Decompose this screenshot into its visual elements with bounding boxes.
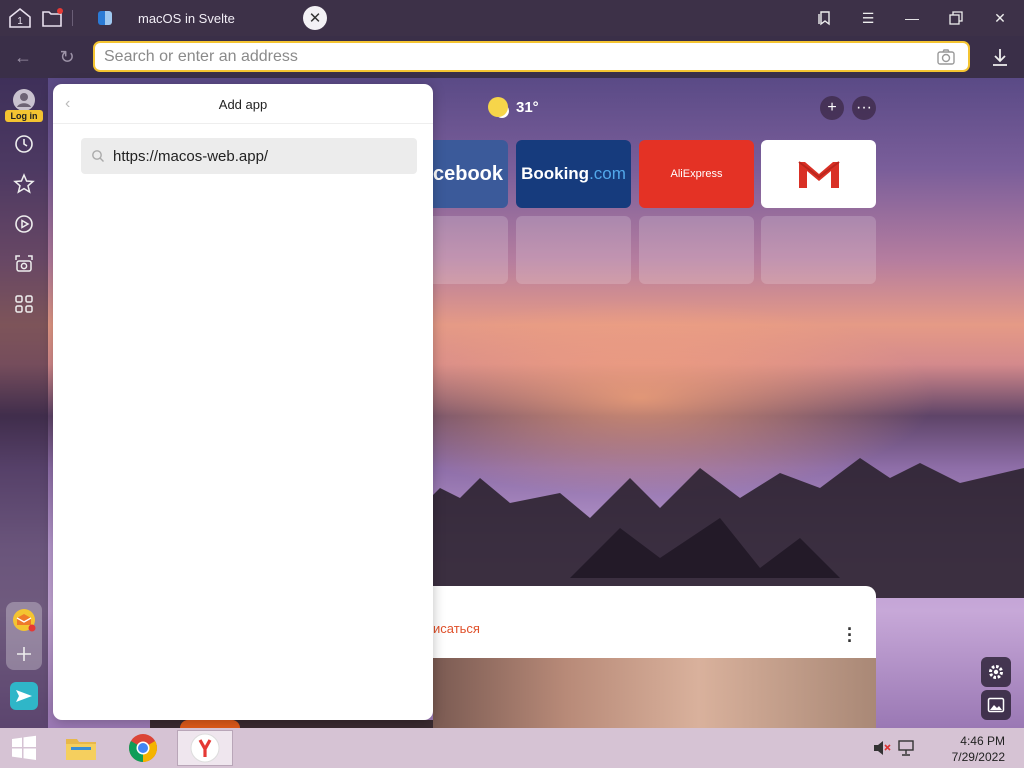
finder-favicon-icon <box>98 11 112 25</box>
user-icon[interactable] <box>12 88 36 112</box>
feed-card-left-strip <box>150 720 433 728</box>
tab-title: macOS in Svelte <box>138 10 235 26</box>
tab-count: 1 <box>17 16 23 27</box>
app-url-field[interactable] <box>81 138 417 174</box>
address-toolbar: ← ↻ <box>0 36 1024 78</box>
yandex-browser-button[interactable] <box>177 730 233 766</box>
minimize-icon: — <box>905 10 919 26</box>
new-tab-group-button[interactable] <box>38 5 66 31</box>
file-explorer-icon <box>66 739 96 760</box>
booking-label: Booking.com <box>521 164 626 183</box>
app-url-input[interactable] <box>113 147 403 165</box>
browser-titlebar: 1 macOS in Svelte ✕ ☰ — ✕ <box>0 0 1024 36</box>
gmail-logo-icon <box>797 161 840 188</box>
system-clock[interactable]: 4:46 PM 7/29/2022 <box>935 733 1005 765</box>
home-tabs-icon: 1 <box>9 7 31 28</box>
settings-button[interactable] <box>981 657 1011 687</box>
add-app-panel: ‹ Add app <box>53 84 433 746</box>
history-icon[interactable] <box>12 132 36 156</box>
login-badge[interactable]: Log in <box>5 110 43 122</box>
arrow-left-icon: ← <box>14 46 32 67</box>
tile-empty[interactable] <box>639 216 754 284</box>
restore-window-icon <box>949 11 963 25</box>
add-app-icon[interactable] <box>12 642 36 666</box>
bookmarks-star-icon[interactable] <box>12 172 36 196</box>
apps-grid-icon[interactable] <box>12 292 36 316</box>
tile-gmail[interactable] <box>761 140 876 208</box>
minimize-button[interactable]: — <box>900 6 924 30</box>
volume-muted-icon[interactable] <box>873 740 891 756</box>
address-input[interactable] <box>104 47 924 67</box>
close-window-icon: ✕ <box>994 9 1006 26</box>
tab-macos-svelte[interactable]: macOS in Svelte <box>82 4 332 32</box>
yandex-browser-icon <box>190 733 220 763</box>
reload-button[interactable]: ↻ <box>54 44 80 70</box>
panel-header: ‹ Add app <box>53 84 433 124</box>
restore-button[interactable] <box>944 6 968 30</box>
chrome-button[interactable] <box>115 730 171 766</box>
subscribe-link[interactable]: исаться <box>433 621 480 636</box>
left-sidebar: Log in <box>0 78 48 728</box>
mail-app-icon[interactable] <box>12 608 36 632</box>
mountains-silhouette <box>420 458 1024 598</box>
zen-feed-card[interactable]: исаться · · · <box>433 586 876 728</box>
windows-taskbar: 4:46 PM 7/29/2022 <box>0 728 1024 768</box>
network-icon[interactable] <box>898 740 916 756</box>
screenshot-icon[interactable] <box>12 252 36 276</box>
temperature: 31° <box>516 98 539 116</box>
clock-time: 4:46 PM <box>960 734 1005 748</box>
gear-icon <box>989 665 1003 679</box>
collections-button[interactable] <box>812 6 836 30</box>
windows-start-icon <box>12 735 36 760</box>
feed-accent <box>180 720 240 728</box>
menu-button[interactable]: ☰ <box>856 6 880 30</box>
new-tab-icon <box>42 8 63 27</box>
panel-title: Add app <box>218 97 268 112</box>
more-dots-icon: ··· <box>856 99 872 116</box>
tab-counter-button[interactable]: 1 <box>6 5 34 31</box>
more-options-button[interactable]: ··· <box>852 96 876 120</box>
chrome-icon <box>129 734 157 762</box>
add-tile-button[interactable]: + <box>820 96 844 120</box>
file-explorer-button[interactable] <box>53 730 109 766</box>
clock-date: 7/29/2022 <box>951 750 1005 764</box>
close-icon: ✕ <box>308 10 322 27</box>
tile-aliexpress[interactable]: AliExpress <box>639 140 754 208</box>
send-app-icon[interactable] <box>10 682 38 710</box>
tile-empty[interactable] <box>761 216 876 284</box>
plus-icon: + <box>827 99 837 116</box>
background-gallery-button[interactable] <box>981 690 1011 720</box>
download-icon[interactable] <box>988 45 1012 69</box>
search-icon <box>92 150 104 162</box>
close-window-button[interactable]: ✕ <box>988 6 1012 30</box>
aliexpress-label: AliExpress <box>670 168 723 180</box>
back-button[interactable]: ← <box>10 44 36 70</box>
video-play-icon[interactable] <box>12 212 36 236</box>
image-gallery-icon <box>987 697 1005 713</box>
camera-search-icon[interactable] <box>936 47 956 67</box>
reload-icon: ↻ <box>59 46 75 67</box>
tile-booking[interactable]: Booking.com <box>516 140 631 208</box>
bookmark-collections-icon <box>818 11 830 26</box>
card-menu-icon[interactable]: · · · <box>847 620 855 650</box>
feed-image <box>433 658 876 728</box>
hamburger-menu-icon: ☰ <box>861 9 875 26</box>
facebook-label: cebook <box>433 162 504 185</box>
address-bar[interactable] <box>93 41 970 72</box>
tile-facebook[interactable]: cebook <box>433 140 508 208</box>
tile-empty[interactable] <box>516 216 631 284</box>
weather-widget[interactable]: 31° <box>488 97 539 117</box>
tile-empty[interactable] <box>433 216 508 284</box>
tab-close-button[interactable]: ✕ <box>303 6 327 30</box>
sun-cloud-icon <box>488 97 508 117</box>
tab-divider <box>72 10 73 26</box>
start-button[interactable] <box>0 730 48 766</box>
